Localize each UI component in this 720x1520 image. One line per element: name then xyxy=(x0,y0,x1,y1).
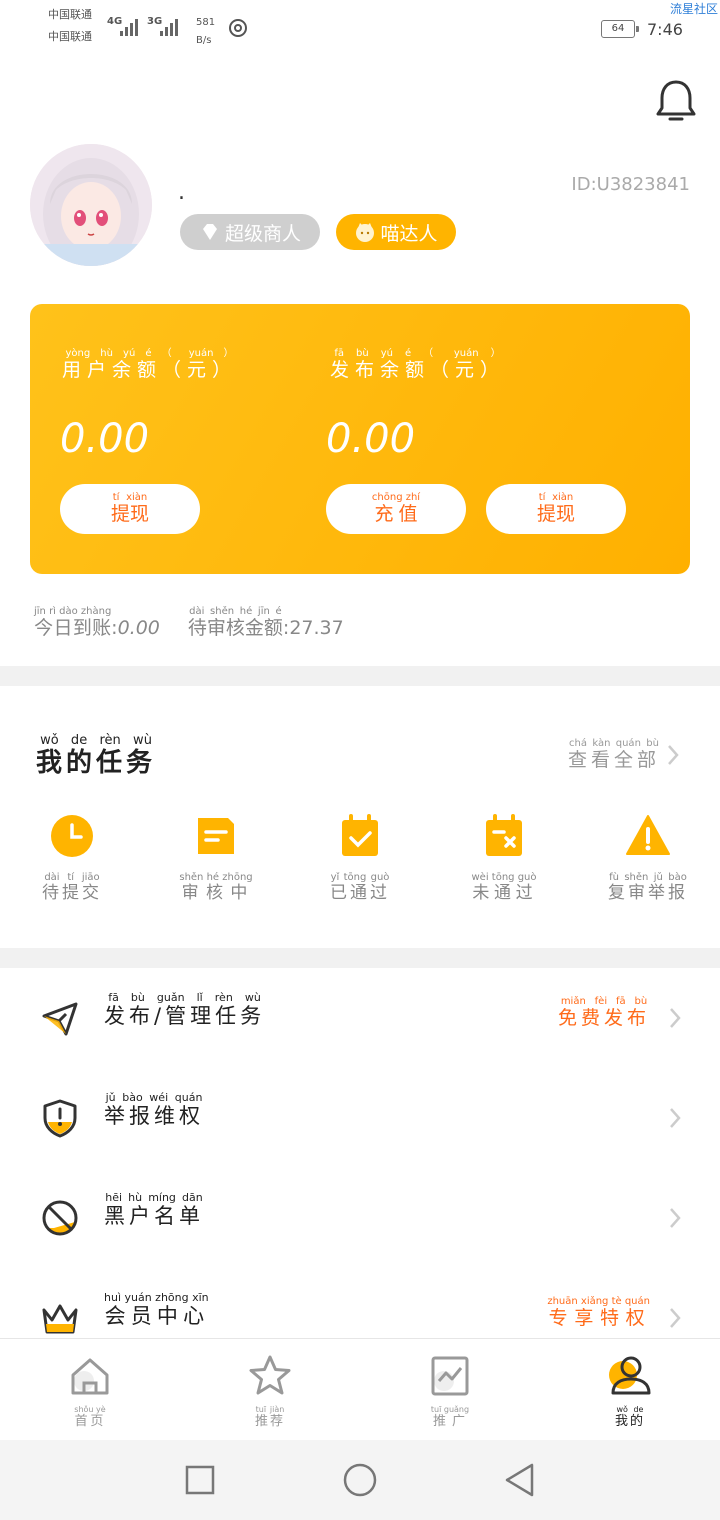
recent-apps-icon[interactable] xyxy=(182,1462,218,1498)
nav-mine-label: 我的 xyxy=(614,1414,645,1429)
chevron-right-icon xyxy=(670,1108,681,1128)
user-balance-amount: 0.00 xyxy=(60,416,150,462)
diamond-icon xyxy=(202,224,217,240)
task-re-review-report-label: 复审举报 xyxy=(608,883,688,903)
pending-amount: 待审核金额dài shěn hé jīn é:27.37 xyxy=(187,606,344,639)
publish-balance-amount: 0.00 xyxy=(326,416,416,462)
status-time: 7:46 xyxy=(647,20,683,39)
income-stats: 今日到账jīn rì dào zhàng:0.00 待审核金额dài shěn … xyxy=(34,606,344,640)
calendar-check-icon xyxy=(342,814,378,856)
menu-publish-manage-tasks[interactable]: 发布/管理任务fā bù guǎn lǐ rèn wù 免费发布miǎn fèi… xyxy=(0,968,720,1068)
battery-icon: 64 xyxy=(601,20,639,38)
withdraw-button[interactable]: 提现tí xiàn xyxy=(60,484,200,534)
home-button-icon[interactable] xyxy=(342,1462,378,1498)
chart-icon xyxy=(431,1356,469,1396)
task-rejected[interactable]: 未通过wèi tōng guò xyxy=(444,812,564,903)
balance-card: 用户余额（元）yòng hù yú é （ yuán ） 0.00 提现tí x… xyxy=(30,304,690,574)
menu-report-rights[interactable]: 举报维权jǔ bào wéi quán xyxy=(0,1068,720,1168)
task-approved[interactable]: 已通过yǐ tōng guò xyxy=(300,812,420,903)
miao-expert-label: 喵达人 xyxy=(380,222,438,245)
task-pending-submit[interactable]: 待提交dài tí jiāo xyxy=(12,812,132,903)
nav-promotion[interactable]: 推广tuī guǎng xyxy=(390,1353,510,1429)
menu-member-label: 会员中心 xyxy=(104,1304,209,1328)
user-icon xyxy=(609,1356,651,1395)
nickname: . xyxy=(178,180,185,205)
nav-recommend-label: 推荐 xyxy=(254,1414,285,1429)
task-approved-label: 已通过 xyxy=(330,883,390,903)
miao-expert-badge[interactable]: 喵达人 xyxy=(336,214,456,250)
nav-recommend[interactable]: 推荐tuī jiàn xyxy=(210,1353,330,1429)
super-merchant-badge[interactable]: 超级商人 xyxy=(180,214,320,250)
chevron-right-icon xyxy=(668,745,679,765)
task-rejected-label: 未通过 xyxy=(471,883,537,903)
super-merchant-label: 超级商人 xyxy=(224,222,301,245)
publish-withdraw-button[interactable]: 提现tí xiàn xyxy=(486,484,626,534)
netease-icon xyxy=(229,19,247,37)
chevron-right-icon xyxy=(670,1308,681,1328)
user-id: ID:U3823841 xyxy=(571,174,690,195)
cat-icon xyxy=(356,223,375,242)
ban-icon xyxy=(42,1200,78,1236)
back-icon[interactable] xyxy=(502,1462,538,1498)
menu-member-extra: 专享特权 xyxy=(547,1307,650,1329)
carrier-label-2: 中国联通 xyxy=(48,30,92,43)
task-pending-submit-label: 待提交 xyxy=(42,883,102,903)
speed-value: 581 xyxy=(196,17,216,28)
shield-icon xyxy=(43,1099,77,1138)
publish-balance-label: 发布余额（元）fā bù yú é （ yuán ） xyxy=(330,348,506,381)
warning-icon xyxy=(626,815,670,855)
nav-promotion-label: 推广 xyxy=(430,1414,470,1429)
recharge-button[interactable]: 充值chōng zhí xyxy=(326,484,466,534)
my-tasks-title: 我的任务wǒ de rèn wù xyxy=(36,733,157,778)
system-nav-bar xyxy=(0,1440,720,1520)
status-bar: 中国联通 中国联通 4G 3G 581 B/s 64 7:46 流星社区 xyxy=(0,0,720,60)
menu-report-label: 举报维权 xyxy=(104,1104,204,1128)
bottom-nav: 首页shǒu yè 推荐tuī jiàn 推广tuī guǎng 我的wǒ de xyxy=(0,1338,720,1440)
section-divider xyxy=(0,948,720,968)
speed-unit: B/s xyxy=(196,35,212,46)
section-divider xyxy=(0,666,720,686)
menu-publish-label: 发布/管理任务 xyxy=(104,1004,266,1028)
clock-icon xyxy=(51,815,93,857)
calendar-x-icon xyxy=(486,814,522,856)
today-received: 今日到账jīn rì dào zhàng:0.00 xyxy=(34,606,160,639)
nav-home-label: 首页 xyxy=(74,1414,106,1429)
chevron-right-icon xyxy=(670,1008,681,1028)
crown-icon xyxy=(42,1304,78,1334)
signal-icon-1 xyxy=(120,14,138,36)
avatar[interactable] xyxy=(30,144,152,266)
menu-blacklist[interactable]: 黑户名单hēi hù míng dān xyxy=(0,1168,720,1268)
home-icon xyxy=(71,1358,109,1395)
menu-publish-extra: 免费发布 xyxy=(557,1007,650,1029)
document-icon xyxy=(198,818,234,854)
bell-icon[interactable] xyxy=(654,78,698,124)
view-all-link[interactable]: 查看全部chá kàn quán bù xyxy=(568,738,680,772)
carrier-label-1: 中国联通 xyxy=(48,8,92,21)
chevron-right-icon xyxy=(670,1208,681,1228)
task-under-review[interactable]: 审核中shěn hé zhōng xyxy=(156,812,276,903)
nav-home[interactable]: 首页shǒu yè xyxy=(30,1353,150,1429)
user-balance-label: 用户余额（元）yòng hù yú é （ yuán ） xyxy=(62,348,238,381)
corner-watermark: 流星社区 xyxy=(669,2,718,16)
task-under-review-label: 审核中 xyxy=(179,883,253,903)
task-re-review-report[interactable]: 复审举报fù shěn jǔ bào xyxy=(588,812,708,903)
menu-blacklist-label: 黑户名单 xyxy=(104,1204,204,1228)
star-icon xyxy=(249,1355,291,1395)
nav-mine[interactable]: 我的wǒ de xyxy=(570,1353,690,1429)
signal-icon-2 xyxy=(160,14,178,36)
network-speed: 581 B/s xyxy=(196,14,215,50)
paper-plane-icon xyxy=(42,1002,78,1036)
